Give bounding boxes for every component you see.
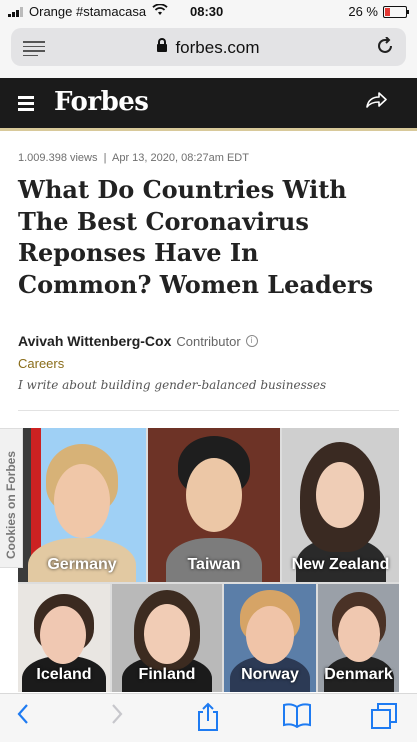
info-icon[interactable]: i (245, 335, 258, 347)
photo-germany: Germany (18, 428, 146, 582)
divider (18, 410, 399, 411)
wifi-icon (152, 3, 168, 19)
label-norway: Norway (241, 666, 299, 683)
photo-finland: Finland (112, 584, 222, 692)
menu-icon[interactable] (18, 96, 34, 114)
clock: 08:30 (190, 4, 224, 19)
cookies-tab-label: Cookies on Forbes (4, 450, 18, 559)
label-finland: Finland (138, 666, 196, 683)
share-icon[interactable] (365, 91, 387, 115)
site-header: Forbes (0, 78, 417, 131)
address-field[interactable]: forbes.com (11, 28, 406, 66)
label-new-zealand: New Zealand (291, 556, 390, 573)
photo-iceland: Iceland (18, 584, 110, 692)
article-title: What Do Countries With The Best Coronavi… (18, 175, 374, 299)
article-meta: 1.009.398 views | Apr 13, 2020, 08:27am … (18, 152, 249, 164)
forward-icon[interactable] (110, 702, 124, 733)
category-link[interactable]: Careers (18, 356, 64, 371)
photo-norway: Norway (224, 584, 316, 692)
lock-icon (157, 38, 168, 52)
status-left: Orange #stamacasa (8, 3, 168, 19)
byline: Avivah Wittenberg-Cox Contributor i (18, 333, 258, 349)
label-germany: Germany (47, 556, 117, 573)
label-taiwan: Taiwan (187, 556, 241, 573)
view-count: 1.009.398 views (18, 152, 98, 164)
signal-icon (8, 6, 23, 17)
status-right: 26 % (348, 4, 409, 19)
browser-toolbar (0, 693, 417, 742)
photo-taiwan: Taiwan (148, 428, 280, 582)
photo-new-zealand: New Zealand (282, 428, 399, 582)
battery-icon (383, 5, 409, 18)
back-icon[interactable] (16, 702, 30, 733)
author-name[interactable]: Avivah Wittenberg-Cox (18, 333, 171, 349)
author-role: Contributor (176, 333, 241, 349)
battery-percent: 26 % (348, 4, 378, 19)
share-sheet-icon[interactable] (196, 702, 220, 739)
author-bio: I write about building gender-balanced b… (18, 378, 327, 392)
leaders-collage: Germany Taiwan New Zealand Iceland Finla… (18, 428, 399, 692)
tabs-icon[interactable] (370, 702, 398, 737)
bookmarks-icon[interactable] (282, 702, 312, 735)
label-iceland: Iceland (36, 666, 92, 683)
meta-separator: | (103, 152, 107, 164)
forbes-logo[interactable]: Forbes (54, 87, 149, 117)
reload-icon[interactable] (376, 36, 394, 61)
url-display[interactable]: forbes.com (11, 38, 406, 58)
photo-denmark: Denmark (318, 584, 399, 692)
publish-date: Apr 13, 2020, 08:27am EDT (112, 152, 249, 164)
label-denmark: Denmark (324, 666, 393, 683)
cookies-tab[interactable]: Cookies on Forbes (0, 428, 23, 568)
browser-url-bar: forbes.com (0, 24, 417, 78)
domain-text: forbes.com (175, 38, 260, 57)
carrier-label: Orange #stamacasa (29, 4, 147, 19)
status-bar: Orange #stamacasa 08:30 26 % (0, 0, 417, 24)
